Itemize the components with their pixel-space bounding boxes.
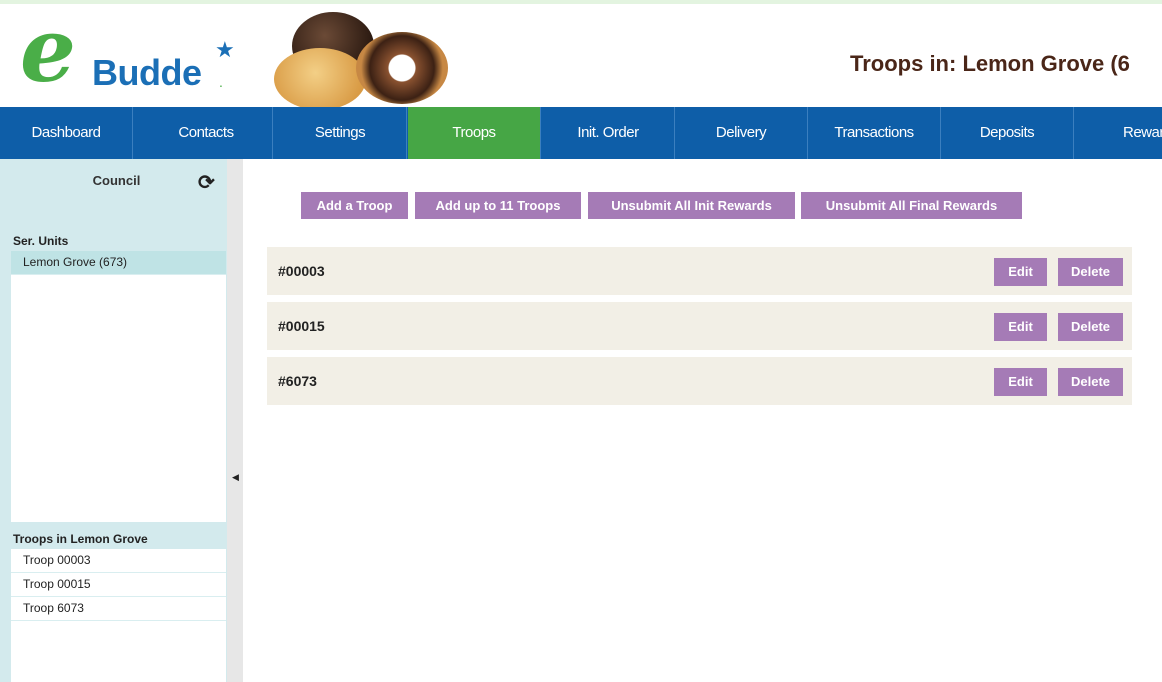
- delete-troop-button[interactable]: Delete: [1058, 368, 1123, 396]
- service-units-label: Ser. Units: [13, 234, 69, 248]
- nav-settings[interactable]: Settings: [274, 107, 407, 159]
- service-unit-item[interactable]: Lemon Grove (673): [11, 251, 226, 275]
- cookie-caramel: [356, 32, 448, 104]
- ebudde-logo: e Budde ★ .: [18, 6, 248, 104]
- logo-brand-text: Budde: [92, 52, 202, 93]
- nav-delivery[interactable]: Delivery: [675, 107, 808, 159]
- nav-contacts[interactable]: Contacts: [140, 107, 273, 159]
- edit-troop-button[interactable]: Edit: [994, 313, 1047, 341]
- troop-list-item[interactable]: Troop 00015: [11, 573, 226, 597]
- troop-row: #00015 Edit Delete: [267, 302, 1132, 350]
- add-troop-button[interactable]: Add a Troop: [301, 192, 408, 219]
- collapse-left-icon[interactable]: ◀: [232, 472, 239, 483]
- troops-in-unit-label: Troops in Lemon Grove: [13, 532, 148, 546]
- nav-troops[interactable]: Troops: [408, 107, 541, 159]
- add-multiple-troops-button[interactable]: Add up to 11 Troops: [415, 192, 581, 219]
- sidebar: Council ⟳ Ser. Units Lemon Grove (673) T…: [0, 159, 243, 682]
- edit-troop-button[interactable]: Edit: [994, 368, 1047, 396]
- sidebar-collapse-bar[interactable]: [227, 159, 243, 682]
- main-nav: Dashboard Contacts Settings Troops Init.…: [0, 107, 1162, 159]
- troop-list-item[interactable]: Troop 6073: [11, 597, 226, 621]
- star-icon: ★: [215, 37, 235, 62]
- delete-troop-button[interactable]: Delete: [1058, 313, 1123, 341]
- delete-troop-button[interactable]: Delete: [1058, 258, 1123, 286]
- troop-row: #00003 Edit Delete: [267, 247, 1132, 295]
- cookie-shortbread: [274, 48, 366, 110]
- troop-number: #6073: [278, 373, 317, 389]
- unsubmit-init-rewards-button[interactable]: Unsubmit All Init Rewards: [588, 192, 795, 219]
- header: e Budde ★ . Troops in: Lemon Grove (6: [0, 4, 1162, 110]
- unsubmit-final-rewards-button[interactable]: Unsubmit All Final Rewards: [801, 192, 1022, 219]
- troop-number: #00015: [278, 318, 325, 334]
- nav-init-order[interactable]: Init. Order: [542, 107, 675, 159]
- troop-number: #00003: [278, 263, 325, 279]
- page-title: Troops in: Lemon Grove (6: [850, 51, 1130, 76]
- troop-row: #6073 Edit Delete: [267, 357, 1132, 405]
- logo-e-letter: e: [20, 0, 76, 102]
- troop-list-item[interactable]: Troop 00003: [11, 549, 226, 573]
- nav-deposits[interactable]: Deposits: [941, 107, 1074, 159]
- edit-troop-button[interactable]: Edit: [994, 258, 1047, 286]
- nav-transactions[interactable]: Transactions: [808, 107, 941, 159]
- nav-rewards[interactable]: Reward: [1075, 107, 1162, 159]
- service-units-list: Lemon Grove (673): [11, 251, 226, 522]
- refresh-icon[interactable]: ⟳: [198, 170, 215, 195]
- logo-dot: .: [219, 74, 223, 90]
- troops-list: Troop 00003 Troop 00015 Troop 6073: [11, 549, 226, 682]
- nav-dashboard[interactable]: Dashboard: [0, 107, 133, 159]
- cookies-image: [270, 8, 450, 110]
